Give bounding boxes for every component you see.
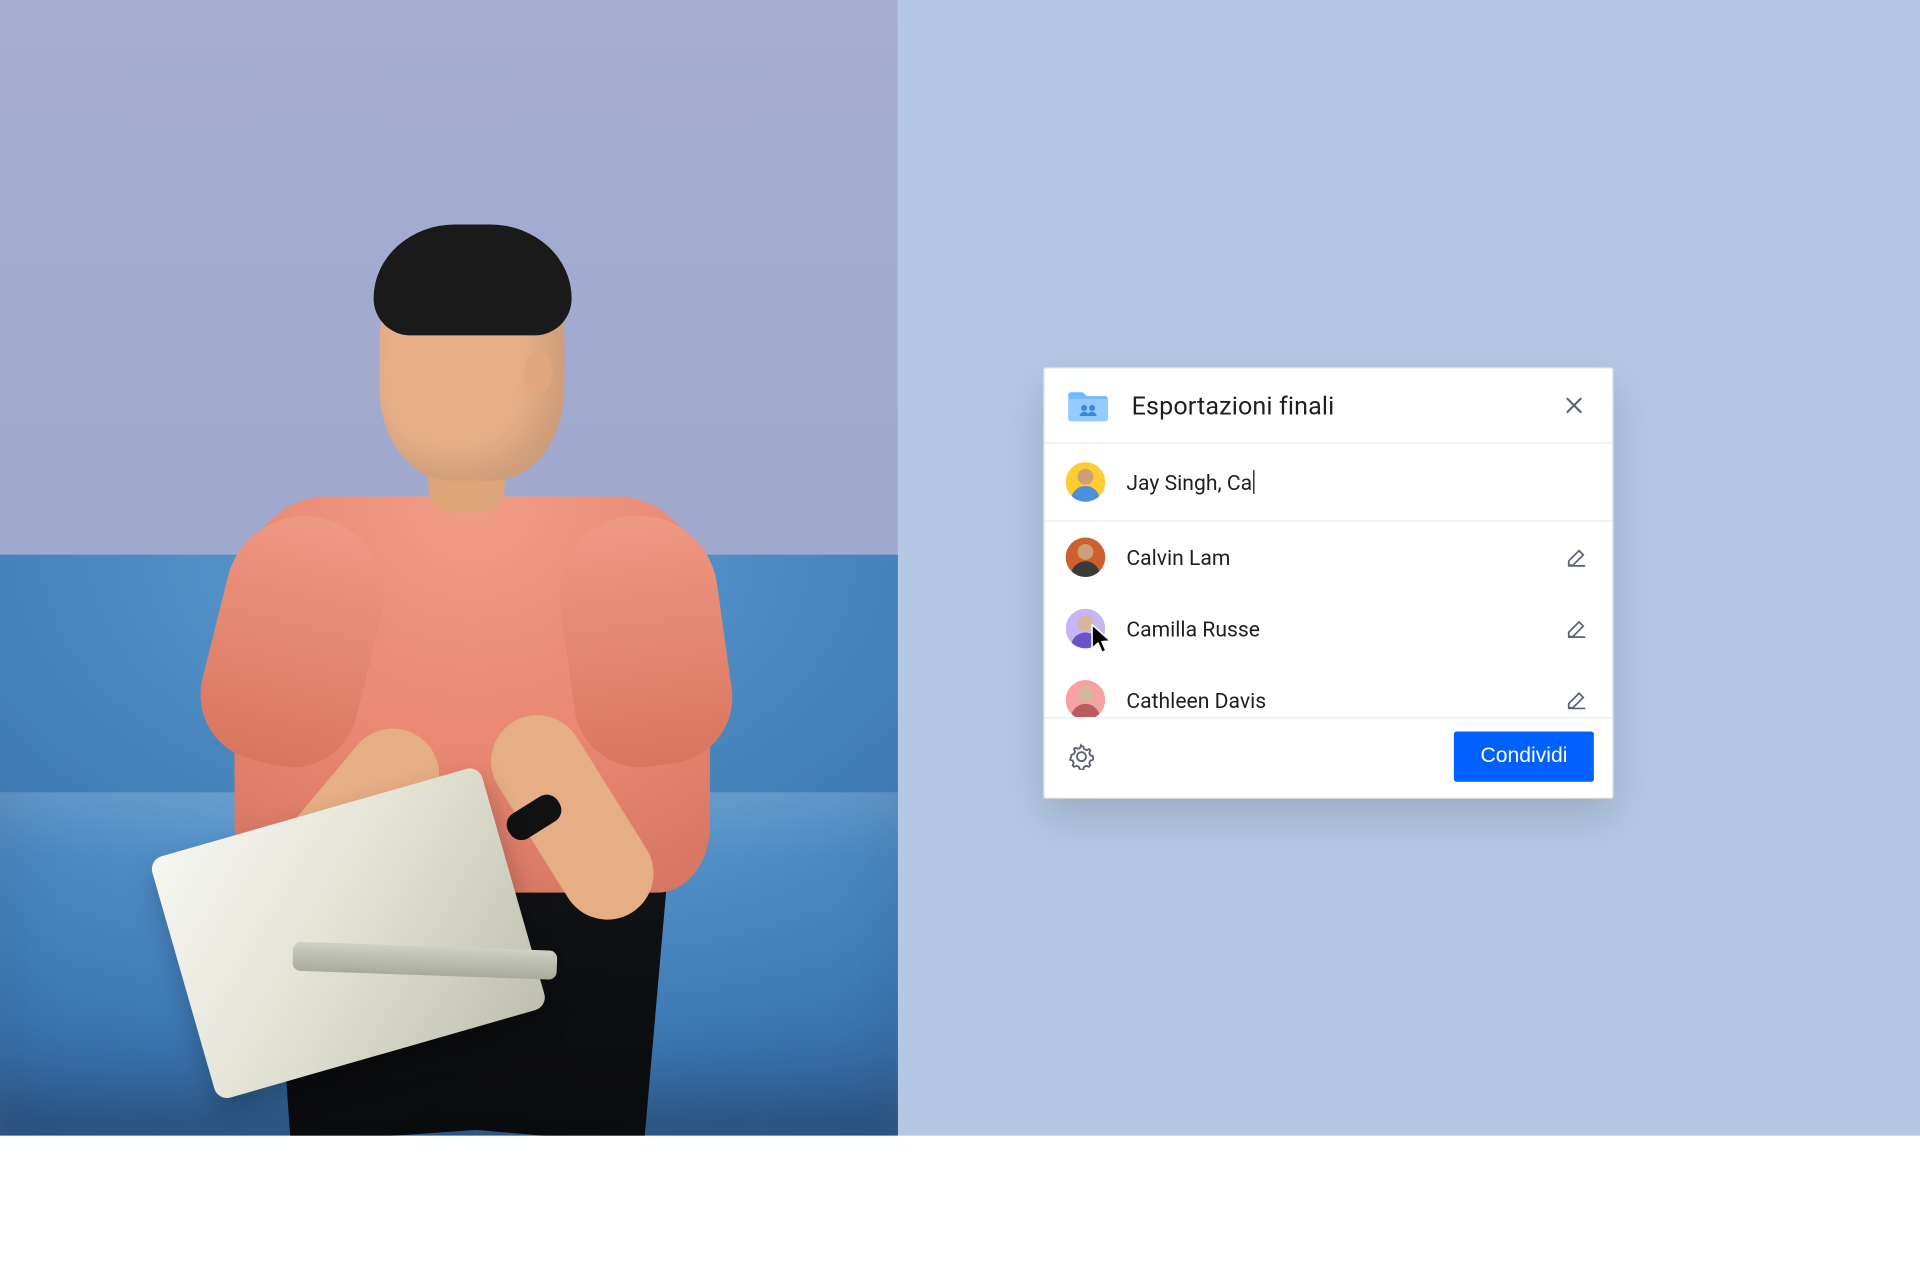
- suggestion-name: Calvin Lam: [1126, 545, 1543, 570]
- dialog-header: Esportazioni finali: [1045, 368, 1613, 443]
- suggestion-name: Camilla Russe: [1126, 616, 1543, 641]
- suggestions-list: Calvin Lam Camilla Russe: [1045, 522, 1613, 717]
- share-recipients-input[interactable]: Jay Singh, Ca: [1126, 469, 1588, 494]
- pencil-icon[interactable]: [1565, 688, 1589, 712]
- share-input-row[interactable]: Jay Singh, Ca: [1045, 444, 1613, 522]
- suggestion-row[interactable]: Cathleen Davis: [1045, 664, 1613, 717]
- dialog-title: Esportazioni finali: [1132, 390, 1539, 420]
- suggestion-name: Cathleen Davis: [1126, 687, 1543, 712]
- image-canvas: Esportazioni finali Jay Singh, Ca: [0, 0, 1920, 1136]
- avatar: [1066, 680, 1106, 717]
- avatar: [1066, 537, 1106, 577]
- ui-panel: Esportazioni finali Jay Singh, Ca: [898, 0, 1920, 1136]
- close-button[interactable]: [1560, 391, 1589, 420]
- share-button[interactable]: Condividi: [1454, 732, 1594, 782]
- close-icon: [1563, 395, 1584, 416]
- gear-icon: [1068, 743, 1094, 769]
- pencil-icon[interactable]: [1565, 545, 1589, 569]
- suggestion-row[interactable]: Camilla Russe: [1045, 593, 1613, 664]
- avatar: [1066, 462, 1106, 502]
- shared-folder-icon: [1066, 387, 1111, 424]
- photo-person: [119, 106, 806, 1136]
- text-caret: [1253, 469, 1254, 493]
- pencil-icon[interactable]: [1565, 617, 1589, 641]
- share-dialog: Esportazioni finali Jay Singh, Ca: [1043, 367, 1613, 799]
- settings-button[interactable]: [1063, 738, 1100, 775]
- share-input-value: Jay Singh, Ca: [1126, 469, 1252, 494]
- dialog-footer: Condividi: [1045, 717, 1613, 798]
- avatar: [1066, 609, 1106, 649]
- lifestyle-photo: [0, 0, 898, 1136]
- suggestion-row[interactable]: Calvin Lam: [1045, 522, 1613, 593]
